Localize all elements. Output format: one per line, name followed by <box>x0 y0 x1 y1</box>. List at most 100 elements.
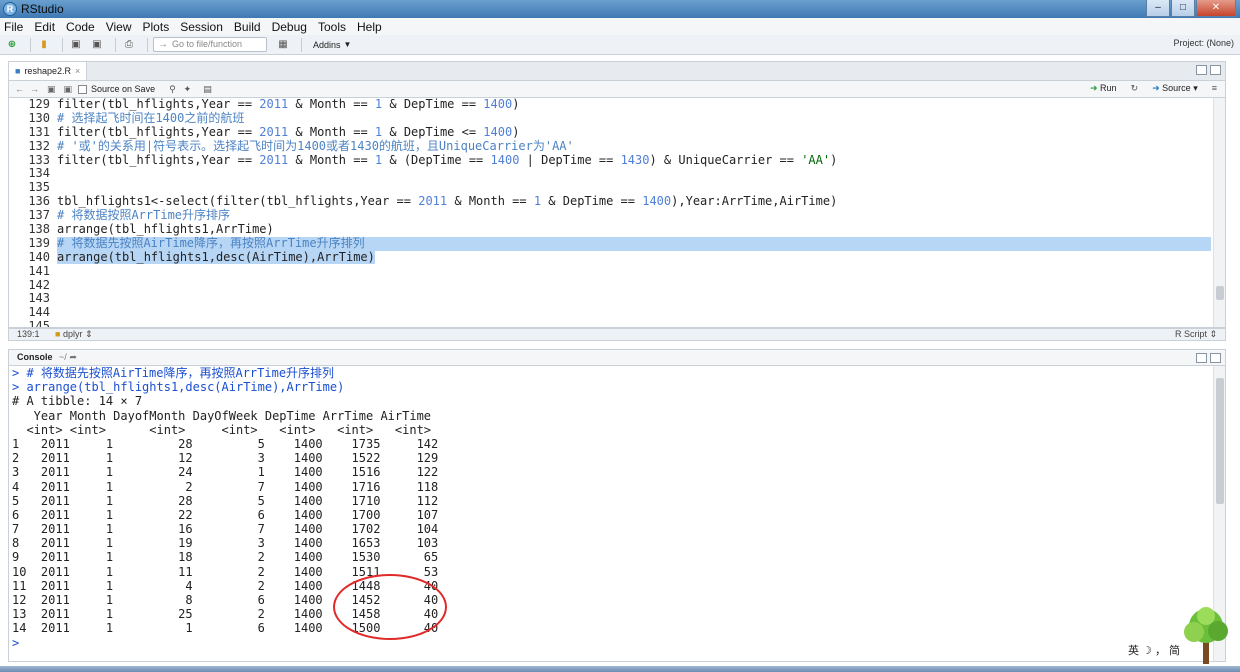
window-title: RStudio <box>21 2 64 16</box>
code-line: filter(tbl_hflights,Year == 2011 & Month… <box>57 152 838 167</box>
rerun-icon[interactable]: ↻ <box>1131 83 1139 94</box>
minimize-button[interactable]: – <box>1146 0 1170 17</box>
editor-tabbar: ■ reshape2.R × <box>8 61 1226 81</box>
menu-help[interactable]: Help <box>357 20 382 34</box>
code-comment: # 将数据按照ArrTime升序排序 <box>57 208 231 223</box>
console-output-line: Year Month DayofMonth DayOfWeek DepTime … <box>12 408 432 423</box>
menu-bar: File Edit Code View Plots Session Build … <box>0 18 1240 35</box>
line-number: 137 <box>28 208 50 223</box>
show-in-window-icon[interactable]: ▣ <box>47 84 56 95</box>
run-button[interactable]: ➜ Run <box>1090 83 1117 94</box>
divider <box>62 37 63 52</box>
table-row: 8 2011 1 19 3 1400 1653 103 <box>12 536 439 551</box>
new-file-icon[interactable]: ⊕ <box>4 38 20 52</box>
save-icon[interactable]: ▣ <box>64 84 73 95</box>
code-line-selected: arrange(tbl_hflights1,desc(AirTime),ArrT… <box>57 249 375 264</box>
menu-debug[interactable]: Debug <box>272 20 307 34</box>
menu-plots[interactable]: Plots <box>143 20 170 34</box>
code-editor[interactable]: 129 130 131 132 133 134 135 136 137 138 … <box>8 97 1226 328</box>
ime-indicator[interactable]: 英 ☽ ， 简 <box>1128 642 1180 658</box>
code-line: tbl_hflights1<-select(filter(tbl_hflight… <box>57 194 838 209</box>
console-title: Console <box>17 352 53 362</box>
main-toolbar: ⊕ ▮ ▣ ▣ ⎙ Go to file/function ▦ Addins ▼… <box>0 35 1240 55</box>
menu-edit[interactable]: Edit <box>34 20 55 34</box>
tab-reshape2[interactable]: ■ reshape2.R × <box>9 62 88 81</box>
menu-file[interactable]: File <box>4 20 23 34</box>
table-row: 7 2011 1 16 7 1400 1702 104 <box>12 522 439 537</box>
code-line: filter(tbl_hflights,Year == 2011 & Month… <box>57 97 520 111</box>
line-number: 136 <box>28 194 50 209</box>
source-on-save-checkbox[interactable] <box>78 84 88 94</box>
code-comment: # '或'的关系用|符号表示。选择起飞时间为1400或者1430的航班，且Uni… <box>57 138 574 153</box>
maximize-pane-button[interactable] <box>1210 353 1221 363</box>
line-number: 144 <box>28 305 50 320</box>
cursor-position: 139:1 <box>17 329 40 339</box>
scope-selector[interactable]: ■ dplyr ⇕ <box>55 329 93 340</box>
forward-arrow-icon[interactable]: → <box>30 84 39 94</box>
goto-file-input[interactable]: Go to file/function <box>153 37 267 52</box>
editor-scrollbar[interactable] <box>1213 98 1225 327</box>
source-on-save-label: Source on Save <box>91 84 156 94</box>
code-comment-selected: # 将数据先按照AirTime降序，再按照ArrTime升序排列 <box>57 236 1211 251</box>
line-number-gutter: 129 130 131 132 133 134 135 136 137 138 … <box>9 98 54 327</box>
save-icon[interactable]: ▣ <box>68 38 84 52</box>
outline-icon[interactable]: ≡ <box>1212 83 1217 94</box>
table-row: 1 2011 1 28 5 1400 1735 142 <box>12 436 439 451</box>
line-number: 135 <box>28 180 50 195</box>
table-row: 5 2011 1 28 5 1400 1710 112 <box>12 493 439 508</box>
maximize-button[interactable]: □ <box>1171 0 1195 17</box>
compile-report-icon[interactable]: ▤ <box>203 84 212 95</box>
wand-icon[interactable]: ✦ <box>184 84 192 95</box>
line-number: 131 <box>28 124 50 139</box>
line-number: 130 <box>28 110 50 125</box>
back-arrow-icon[interactable]: ← <box>15 84 24 94</box>
table-row: 2 2011 1 12 3 1400 1522 129 <box>12 451 439 466</box>
project-menu[interactable]: Project: (None) <box>1173 38 1234 48</box>
line-number: 145 <box>28 319 50 328</box>
menu-tools[interactable]: Tools <box>318 20 346 34</box>
minimize-pane-button[interactable] <box>1196 353 1207 363</box>
file-type-selector[interactable]: R Script ⇕ <box>1175 329 1217 340</box>
source-button[interactable]: ➜ Source ▾ <box>1152 83 1198 94</box>
close-button[interactable]: ✕ <box>1196 0 1236 17</box>
taskbar <box>0 666 1240 672</box>
table-row: 3 2011 1 24 1 1400 1516 122 <box>12 465 439 480</box>
line-number: 139 <box>28 235 50 250</box>
scroll-thumb[interactable] <box>1216 378 1224 504</box>
search-icon[interactable]: ⚲ <box>169 84 176 95</box>
source-label: Source <box>1162 83 1191 93</box>
console-input-line: > # 将数据先按照AirTime降序，再按照ArrTime升序排列 <box>12 366 335 380</box>
minimize-pane-button[interactable] <box>1196 65 1207 75</box>
code-area[interactable]: filter(tbl_hflights,Year == 2011 & Month… <box>57 98 1211 327</box>
menu-build[interactable]: Build <box>234 20 261 34</box>
console-output-line: <int> <int> <int> <int> <int> <int> <int… <box>12 422 432 437</box>
menu-session[interactable]: Session <box>180 20 223 34</box>
table-row: 6 2011 1 22 6 1400 1700 107 <box>12 507 439 522</box>
open-folder-icon[interactable]: ▮ <box>36 38 52 52</box>
scroll-thumb[interactable] <box>1216 286 1224 300</box>
console-input-line: > arrange(tbl_hflights1,desc(AirTime),Ar… <box>12 380 345 395</box>
rstudio-icon: R <box>3 2 17 16</box>
close-tab-icon[interactable]: × <box>75 62 80 81</box>
addins-menu[interactable]: Addins <box>313 40 341 50</box>
save-all-icon[interactable]: ▣ <box>89 38 105 52</box>
go-to-directory-icon[interactable]: ➦ <box>69 352 77 362</box>
line-number: 133 <box>28 152 50 167</box>
line-number: 142 <box>28 277 50 292</box>
code-line: filter(tbl_hflights,Year == 2011 & Month… <box>57 124 520 139</box>
print-icon[interactable]: ⎙ <box>121 38 137 52</box>
maximize-pane-button[interactable] <box>1210 65 1221 75</box>
table-row: 9 2011 1 18 2 1400 1530 65 <box>12 550 439 565</box>
menu-code[interactable]: Code <box>66 20 95 34</box>
console-output[interactable]: > # 将数据先按照AirTime降序，再按照ArrTime升序排列 > arr… <box>8 366 1226 662</box>
table-row: 4 2011 1 2 7 1400 1716 118 <box>12 479 439 494</box>
annotation-circle <box>333 574 447 640</box>
grid-layout-icon[interactable]: ▦ <box>275 38 291 52</box>
divider <box>115 37 116 52</box>
source-arrow-icon: ➜ <box>1152 83 1160 93</box>
menu-view[interactable]: View <box>106 20 132 34</box>
